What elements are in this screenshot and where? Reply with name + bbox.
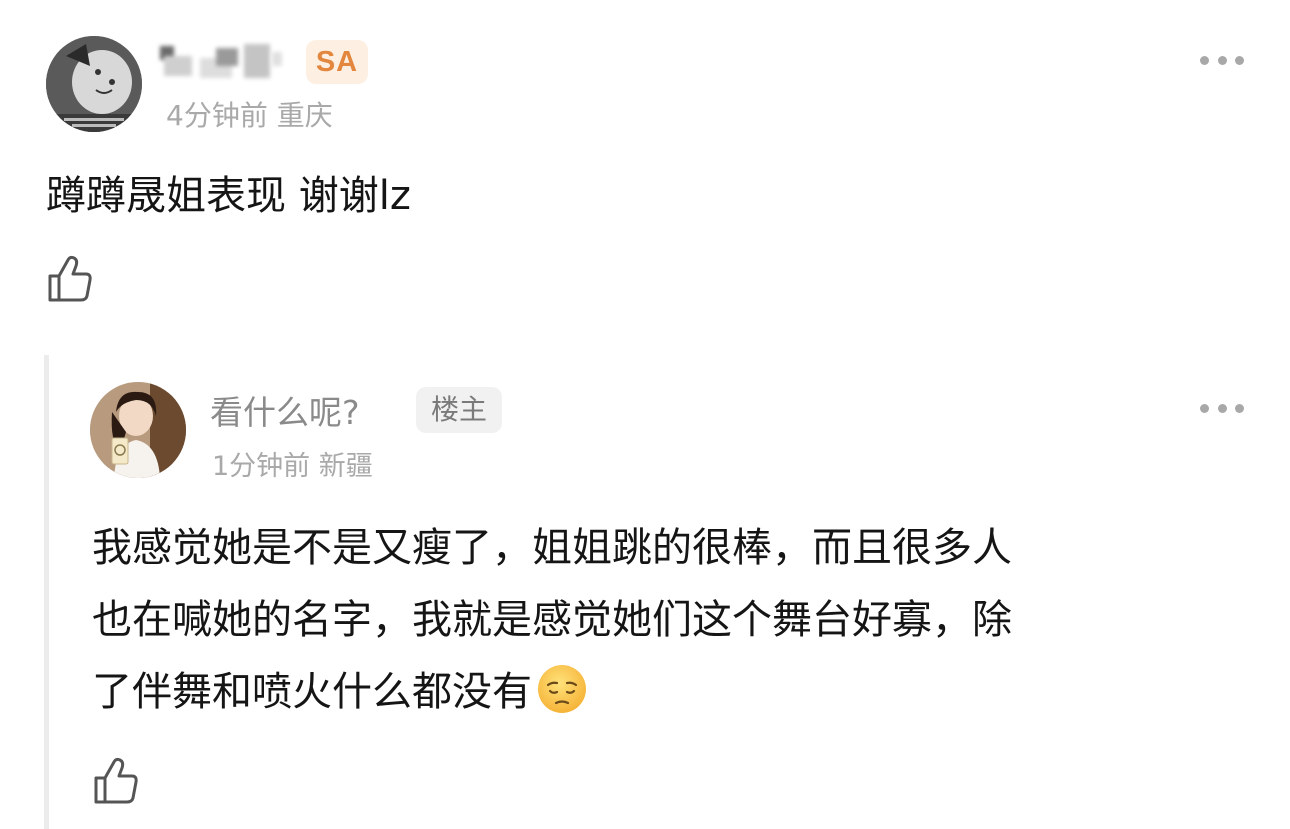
reply-thread-rail bbox=[44, 355, 49, 829]
comment-text: 蹲蹲晟姐表现 谢谢lz bbox=[46, 173, 411, 219]
commenter-avatar[interactable] bbox=[46, 36, 142, 132]
comment-item: SA 4分钟前 重庆 蹲蹲晟姐表现 谢谢lz bbox=[0, 0, 1290, 330]
reply-text-line: 也在喊她的名字，我就是感觉她们这个舞台好寡，除 bbox=[92, 597, 1012, 643]
commenter-username-redacted bbox=[160, 40, 290, 82]
reply-username[interactable]: 看什么呢? bbox=[210, 386, 360, 434]
thumb-up-icon[interactable] bbox=[92, 756, 140, 806]
more-options-icon[interactable] bbox=[1200, 402, 1244, 414]
more-options-icon[interactable] bbox=[1200, 54, 1244, 66]
reply-text: 我感觉她是不是又瘦了，姐姐跳的很棒，而且很多人 也在喊她的名字，我就是感觉她们这… bbox=[92, 512, 1232, 728]
thread-owner-badge: 楼主 bbox=[416, 387, 502, 433]
reply-text-line-last: 了伴舞和喷火什么都没有 bbox=[92, 656, 1232, 728]
avatar-image bbox=[90, 382, 186, 478]
pensive-face-icon bbox=[538, 665, 586, 713]
thumb-up-icon[interactable] bbox=[46, 254, 94, 304]
level-badge: SA bbox=[306, 40, 368, 84]
avatar-image bbox=[46, 36, 142, 132]
reply-avatar[interactable] bbox=[90, 382, 186, 478]
reply-meta: 1分钟前 新疆 bbox=[212, 451, 373, 482]
comment-meta: 4分钟前 重庆 bbox=[166, 99, 333, 132]
reply-text-line-content: 了伴舞和喷火什么都没有 bbox=[92, 669, 532, 715]
reply-text-line: 我感觉她是不是又瘦了，姐姐跳的很棒，而且很多人 bbox=[92, 525, 1012, 571]
